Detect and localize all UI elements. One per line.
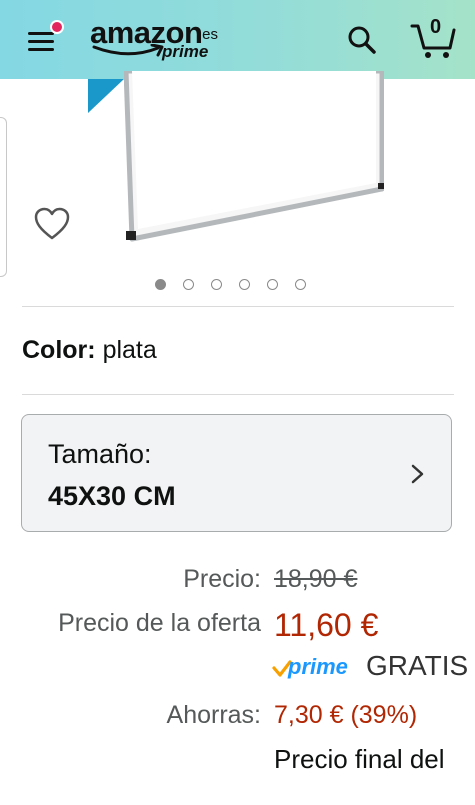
- menu-icon-bar: [28, 48, 54, 51]
- cart-count: 0: [430, 16, 442, 38]
- shipping-free-text: GRATIS: [366, 650, 469, 681]
- heart-icon: [34, 207, 70, 240]
- menu-icon: [28, 32, 54, 35]
- search-icon: [348, 26, 376, 54]
- search-button[interactable]: [344, 22, 380, 58]
- color-selection: Color: plata: [22, 336, 157, 365]
- shipping-row: prime GRATIS: [0, 650, 475, 686]
- list-price-label: Precio:: [183, 565, 261, 593]
- color-value: plata: [102, 336, 157, 364]
- carousel-dot[interactable]: [183, 279, 194, 290]
- carousel-dot[interactable]: [239, 279, 250, 290]
- list-price-value: 18,90 €: [274, 565, 358, 593]
- carousel-dot[interactable]: [211, 279, 222, 290]
- chevron-right-icon: [411, 464, 424, 484]
- deal-corner-ribbon: [88, 79, 124, 113]
- offer-price-label: Precio de la oferta: [58, 609, 261, 637]
- previous-image-tab[interactable]: [0, 117, 7, 277]
- smile-arrow-icon: [92, 44, 164, 57]
- wishlist-button[interactable]: [32, 205, 72, 245]
- menu-button[interactable]: [24, 20, 64, 54]
- size-value: 45X30 CM: [48, 481, 176, 511]
- logo-tld: .es: [198, 26, 219, 43]
- menu-icon-bar: [28, 40, 54, 43]
- carousel-dot[interactable]: [155, 279, 166, 290]
- top-header: amazon .es prime 0: [0, 0, 475, 79]
- carousel-indicators: [155, 279, 306, 293]
- prime-text: prime: [288, 654, 348, 679]
- section-divider: [22, 306, 454, 307]
- section-divider: [22, 394, 454, 395]
- product-image-carousel[interactable]: [0, 71, 475, 307]
- carousel-dot[interactable]: [295, 279, 306, 290]
- final-price-text: Precio final del: [274, 744, 445, 774]
- size-label: Tamaño:: [48, 439, 152, 469]
- color-label: Color:: [22, 336, 96, 364]
- notification-dot: [50, 20, 64, 34]
- carousel-dot[interactable]: [267, 279, 278, 290]
- offer-price-value: 11,60 €: [274, 607, 379, 643]
- size-selector-button[interactable]: Tamaño: 45X30 CM: [21, 414, 452, 532]
- amazon-logo[interactable]: amazon .es prime: [90, 16, 230, 62]
- logo-prime: prime: [162, 42, 209, 61]
- savings-value: 7,30 € (39%): [274, 701, 418, 729]
- cart-button[interactable]: 0: [408, 12, 458, 62]
- product-image: [124, 71, 384, 242]
- savings-label: Ahorras:: [166, 701, 261, 729]
